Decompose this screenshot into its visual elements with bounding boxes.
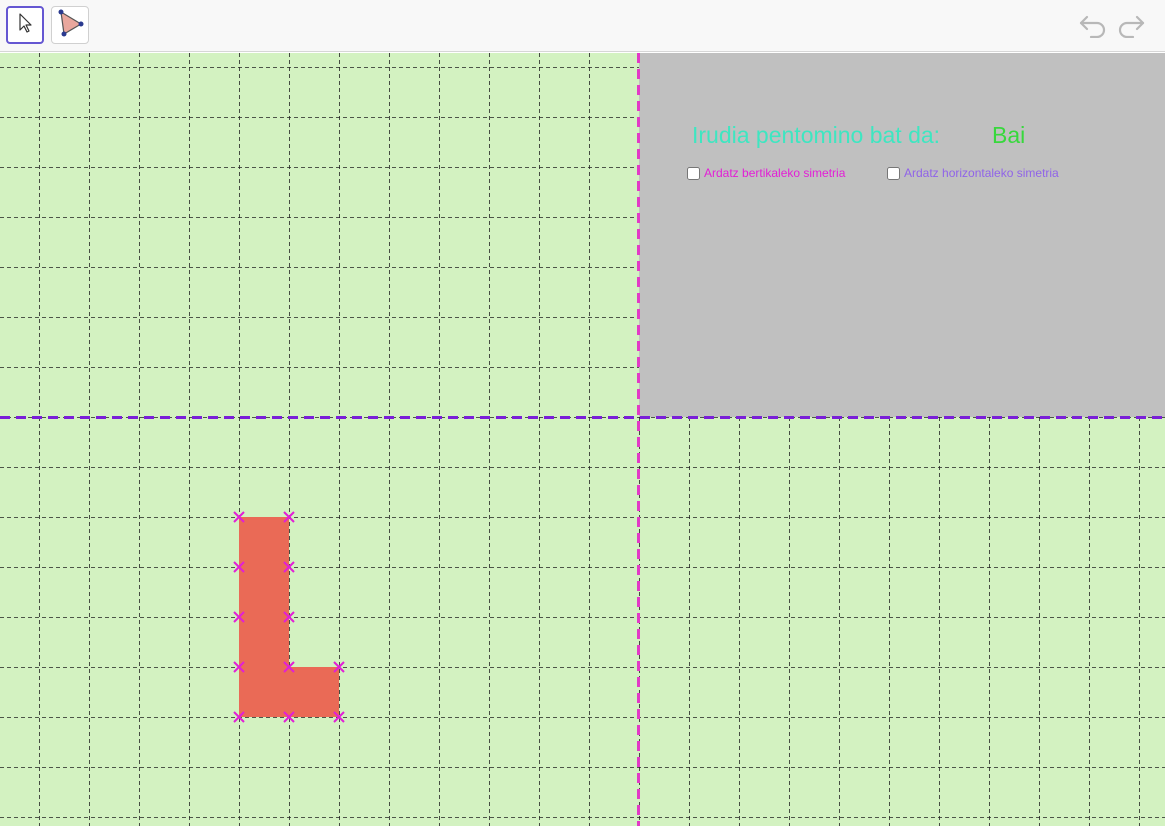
redo-button[interactable]: [1116, 12, 1146, 42]
undo-button[interactable]: [1078, 12, 1108, 42]
undo-icon: [1078, 12, 1108, 43]
horizontal-symmetry-label: Ardatz horizontaleko simetria: [904, 166, 1059, 180]
toolbar: [0, 0, 1165, 52]
pentomino-cell[interactable]: [239, 617, 289, 667]
pentomino-cell[interactable]: [239, 667, 289, 717]
pentomino-cell[interactable]: [239, 567, 289, 617]
pentomino-cell[interactable]: [239, 517, 289, 567]
polygon-triangle-icon: [55, 8, 85, 43]
horizontal-symmetry-checkbox[interactable]: [887, 166, 900, 180]
pentomino-cell[interactable]: [289, 667, 339, 717]
info-panel: [639, 53, 1165, 417]
pentomino-question-text: Irudia pentomino bat da:: [692, 122, 941, 148]
vertical-symmetry-checkbox[interactable]: [687, 166, 700, 180]
horizontal-symmetry-checkbox-row[interactable]: Ardatz horizontaleko simetria: [887, 166, 1059, 180]
vertical-symmetry-checkbox-row[interactable]: Ardatz bertikaleko simetria: [687, 166, 845, 180]
redo-icon: [1116, 12, 1146, 43]
move-tool-button[interactable]: [6, 6, 44, 44]
cursor-arrow-icon: [15, 12, 35, 39]
pentomino-answer-text: Bai: [992, 122, 1026, 148]
polygon-tool-button[interactable]: [51, 6, 89, 44]
vertical-symmetry-label: Ardatz bertikaleko simetria: [704, 166, 846, 180]
